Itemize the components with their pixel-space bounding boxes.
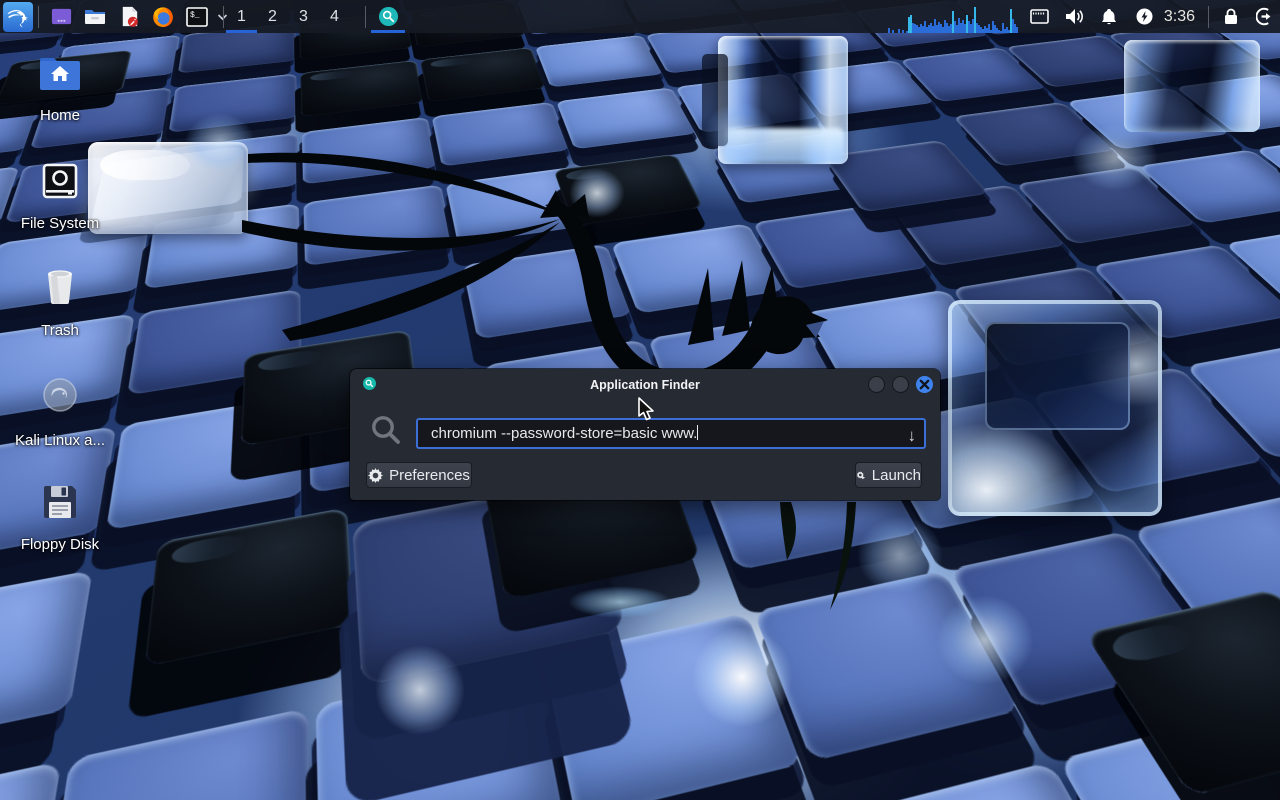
svg-text:$_: $_ [190,11,200,20]
